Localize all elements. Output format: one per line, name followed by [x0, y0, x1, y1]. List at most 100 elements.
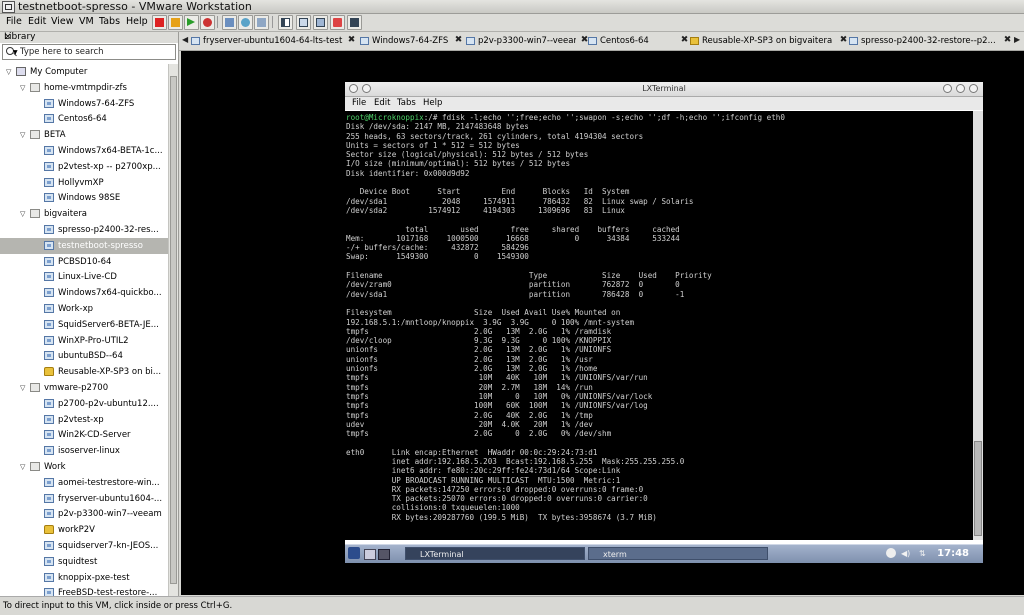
library-tree-item[interactable]: ▽ bigvaitera [0, 206, 168, 222]
terminal-scrollbar-thumb[interactable] [974, 441, 982, 536]
vm-tab[interactable]: p2v-p3300-win7--veeam [466, 34, 576, 48]
library-tree-item[interactable]: fryserver-ubuntu1604-... [0, 491, 168, 507]
menu-tabs[interactable]: Tabs [98, 15, 121, 29]
chevron-down-icon[interactable]: ▼ [13, 49, 18, 56]
taskbar-lxterminal[interactable]: LXTerminal [405, 547, 585, 560]
terminal-menu-file[interactable]: File [352, 97, 366, 110]
pin-icon[interactable] [362, 84, 371, 93]
vm-tab[interactable]: Reusable-XP-SP3 on bigvaitera [690, 34, 835, 48]
tab-close-icon[interactable]: ✖ [347, 36, 356, 45]
library-tree-item[interactable]: squidtest [0, 554, 168, 570]
library-tree-item[interactable]: ▽ BETA [0, 127, 168, 143]
tab-close-icon[interactable]: ✖ [454, 36, 463, 45]
library-tree-item[interactable]: Linux-Live-CD [0, 269, 168, 285]
library-tree-item[interactable]: HollyvmXP [0, 175, 168, 191]
library-tree-item[interactable]: p2vtest-xp -- p2700xp... [0, 159, 168, 175]
menu-help[interactable]: Help [125, 15, 149, 29]
menu-view[interactable]: View [50, 15, 75, 29]
library-tree-item[interactable]: FreeBSD-test-restore-... [0, 585, 168, 596]
library-tree-item[interactable]: workP2V [0, 522, 168, 538]
tab-scroll-right-icon[interactable]: ▶ [1014, 35, 1020, 44]
terminal-output[interactable]: root@Microknoppix:/# fdisk -l;echo '';fr… [345, 111, 973, 540]
minimize-icon[interactable] [943, 84, 952, 93]
tab-scroll-left-icon[interactable]: ◀ [182, 35, 188, 44]
library-tree-item[interactable]: Work-xp [0, 301, 168, 317]
lxterminal-titlebar[interactable]: LXTerminal [345, 82, 983, 97]
menu-file[interactable]: File [5, 15, 23, 29]
menu-vm[interactable]: VM [78, 15, 95, 29]
network-icon[interactable]: ⇅ [919, 547, 926, 560]
power-on-button[interactable] [184, 15, 199, 30]
library-tree-item[interactable]: p2700-p2v-ubuntu12.... [0, 396, 168, 412]
show-library-button[interactable] [278, 15, 293, 30]
library-tree-item[interactable]: SquidServer6-BETA-JE... [0, 317, 168, 333]
snapshot-manager-button[interactable] [254, 15, 269, 30]
library-tree-item[interactable]: spresso-p2400-32-res... [0, 222, 168, 238]
tab-close-icon[interactable]: ✖ [839, 36, 848, 45]
vm-tab[interactable]: spresso-p2400-32-restore--p2... [849, 34, 999, 48]
info-icon[interactable] [886, 548, 896, 558]
library-tree-item[interactable]: knoppix-pxe-test [0, 570, 168, 586]
library-tree-item-label: PCBSD10-64 [58, 256, 112, 267]
unity-button[interactable] [330, 15, 345, 30]
library-scrollbar[interactable] [168, 64, 178, 596]
revert-snapshot-button[interactable] [238, 15, 253, 30]
reset-button[interactable] [200, 15, 215, 30]
expand-arrow-icon[interactable]: ▽ [6, 64, 14, 80]
scrollbar-thumb[interactable] [170, 76, 177, 584]
suspend-button[interactable] [168, 15, 183, 30]
expand-arrow-icon[interactable]: ▽ [20, 206, 28, 222]
snapshot-button[interactable] [222, 15, 237, 30]
library-tree-item[interactable]: Windows7x64-quickbo... [0, 285, 168, 301]
library-tree-item[interactable]: ▽ home-vmtmpdir-zfs [0, 80, 168, 96]
library-tree-item[interactable]: Reusable-XP-SP3 on bi... [0, 364, 168, 380]
library-tree-item[interactable]: Windows7x64-BETA-1c... [0, 143, 168, 159]
vm-tab[interactable]: fryserver-ubuntu1604-64-lts-test [191, 34, 343, 48]
library-tree-item[interactable]: squidserver7-kn-JEOS... [0, 538, 168, 554]
tab-close-icon[interactable]: ✖ [1003, 36, 1012, 45]
close-icon[interactable] [969, 84, 978, 93]
vm-tab[interactable]: Windows7-64-ZFS [360, 34, 450, 48]
library-tree-item[interactable]: isoserver-linux [0, 443, 168, 459]
library-tree-item[interactable]: Windows 98SE [0, 190, 168, 206]
desktop-icon[interactable] [364, 549, 376, 560]
taskbar-xterm[interactable]: xterm [588, 547, 768, 560]
lxterminal-window[interactable]: LXTerminal File Edit Tabs Help root@Micr… [345, 82, 983, 562]
expand-arrow-icon[interactable]: ▽ [20, 127, 28, 143]
menu-edit[interactable]: Edit [27, 15, 47, 29]
vm-tab[interactable]: Centos6-64 [588, 34, 676, 48]
library-tree-item[interactable]: Centos6-64 [0, 111, 168, 127]
library-tree-item[interactable]: testnetboot-spresso [0, 237, 168, 254]
library-tree-item[interactable]: aomei-testrestore-win... [0, 475, 168, 491]
expand-arrow-icon[interactable]: ▽ [20, 380, 28, 396]
library-tree-item[interactable]: ▽ Work [0, 459, 168, 475]
expand-arrow-icon[interactable]: ▽ [20, 459, 28, 475]
terminal-scrollbar[interactable] [973, 111, 983, 540]
library-tree-item[interactable]: Windows7-64-ZFS [0, 96, 168, 112]
terminal-launcher-icon[interactable] [378, 549, 390, 560]
library-tree-item[interactable]: PCBSD10-64 [0, 254, 168, 270]
maximize-icon[interactable] [956, 84, 965, 93]
full-screen-button[interactable] [313, 15, 328, 30]
tab-close-icon[interactable]: ✖ [680, 36, 689, 45]
library-close-icon[interactable]: × [4, 32, 174, 43]
console-view-button[interactable] [347, 15, 362, 30]
terminal-menu-edit[interactable]: Edit [374, 97, 390, 110]
library-tree-item[interactable]: p2vtest-xp [0, 412, 168, 428]
library-tree-item[interactable]: p2v-p3300-win7--veeam [0, 506, 168, 522]
power-off-button[interactable] [152, 15, 167, 30]
library-tree-item[interactable]: Win2K-CD-Server [0, 427, 168, 443]
terminal-menu-tabs[interactable]: Tabs [397, 97, 416, 110]
library-search-input[interactable] [20, 45, 170, 58]
volume-icon[interactable]: ◀) [901, 547, 910, 560]
expand-arrow-icon[interactable]: ▽ [20, 80, 28, 96]
library-search-box[interactable]: ▼ [2, 44, 176, 60]
library-tree-item[interactable]: WinXP-Pro-UTIL2 [0, 333, 168, 349]
terminal-menu-help[interactable]: Help [423, 97, 442, 110]
library-tree-item[interactable]: ▽ vmware-p2700 [0, 380, 168, 396]
knoppix-menu-icon[interactable] [348, 547, 360, 559]
window-menu-icon[interactable] [349, 84, 358, 93]
quick-switch-button[interactable] [296, 15, 311, 30]
library-tree-item[interactable]: ▽ My Computer [0, 64, 168, 80]
library-tree-item[interactable]: ubuntuBSD--64 [0, 348, 168, 364]
